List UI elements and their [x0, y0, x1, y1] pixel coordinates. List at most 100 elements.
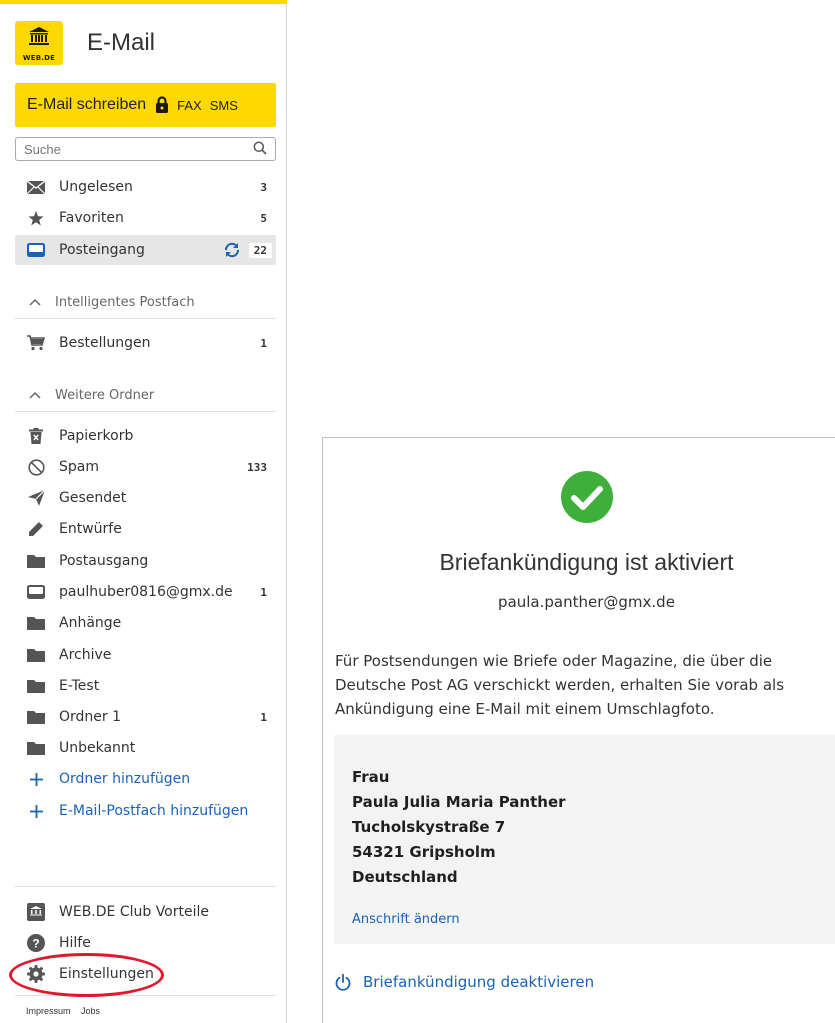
compose-bar: E-Mail schreiben FAX SMS — [15, 83, 276, 127]
send-icon — [25, 490, 47, 506]
sidebar-item-label: Ordner 1 — [59, 709, 122, 725]
trash-icon — [25, 428, 47, 444]
sidebar-item-ungelesen[interactable]: Ungelesen 3 — [15, 172, 276, 202]
sidebar-item-anhaenge[interactable]: Anhänge — [15, 608, 276, 638]
address-salutation: Frau — [352, 768, 390, 786]
divider — [15, 886, 276, 887]
sidebar-item-label: Papierkorb — [59, 428, 134, 444]
section-label: Weitere Ordner — [55, 387, 155, 403]
sidebar-item-label: Gesendet — [59, 490, 127, 506]
folder-icon — [25, 554, 47, 568]
club-icon — [25, 903, 47, 921]
sidebar-item-label: E-Test — [59, 678, 100, 694]
inbox-icon — [25, 243, 47, 257]
add-mailbox-label: E-Mail-Postfach hinzufügen — [59, 803, 249, 819]
sidebar-item-label: Postausgang — [59, 553, 149, 569]
change-address-link[interactable]: Anschrift ändern — [352, 912, 818, 927]
club-link[interactable]: WEB.DE Club Vorteile — [15, 897, 276, 927]
folder-icon — [25, 741, 47, 755]
address-city: 54321 Gripsholm — [352, 843, 496, 861]
divider — [15, 411, 276, 412]
search-icon[interactable] — [253, 140, 267, 159]
app-title: E-Mail — [87, 29, 156, 56]
divider — [15, 995, 276, 996]
svg-text:?: ? — [32, 937, 39, 951]
panel-description: Für Postsendungen wie Briefe oder Magazi… — [335, 652, 785, 718]
sidebar-item-bestellungen[interactable]: Bestellungen 1 — [15, 328, 276, 358]
search-input[interactable] — [24, 141, 253, 157]
cart-icon — [25, 335, 47, 351]
plus-icon — [25, 772, 47, 786]
orders-count: 1 — [255, 335, 272, 351]
sms-button[interactable]: SMS — [210, 98, 238, 113]
address-street: Tucholskystraße 7 — [352, 818, 506, 836]
unread-count: 3 — [255, 179, 272, 195]
club-label: WEB.DE Club Vorteile — [59, 904, 210, 920]
deactivate-link[interactable]: Briefankündigung deaktivieren — [335, 973, 594, 991]
add-mailbox-link[interactable]: E-Mail-Postfach hinzufügen — [15, 796, 276, 826]
sidebar-item-ordner-1[interactable]: Ordner 1 1 — [15, 702, 276, 732]
footer-links: Impressum Jobs — [26, 1006, 108, 1016]
webde-logo[interactable]: WEB.DE — [15, 21, 63, 65]
sidebar-item-label: paulhuber0816@gmx.de — [59, 584, 233, 600]
sidebar: WEB.DE E-Mail E-Mail schreiben FAX SMS S… — [0, 0, 287, 1023]
section-toggle-intelligentes-postfach[interactable]: Intelligentes Postfach — [15, 287, 276, 317]
address-name: Paula Julia Maria Panther — [352, 793, 566, 811]
lock-icon[interactable] — [155, 96, 169, 114]
envelope-icon — [25, 180, 47, 194]
sidebar-item-entwuerfe[interactable]: Entwürfe — [15, 514, 276, 544]
sidebar-item-label: Bestellungen — [59, 335, 151, 351]
sidebar-item-posteingang[interactable]: Posteingang 22 — [15, 235, 276, 265]
add-folder-link[interactable]: Ordner hinzufügen — [15, 764, 276, 794]
sidebar-item-label: Archive — [59, 647, 112, 663]
letter-announcement-panel: Briefankündigung ist aktiviert paula.pan… — [322, 437, 835, 1023]
account-email: paula.panther@gmx.de — [498, 593, 675, 611]
fax-button[interactable]: FAX — [177, 98, 202, 113]
folder1-count: 1 — [255, 709, 272, 725]
sidebar-item-unbekannt[interactable]: Unbekannt — [15, 733, 276, 763]
deactivate-label: Briefankündigung deaktivieren — [363, 973, 595, 991]
spam-count: 133 — [242, 459, 272, 475]
sidebar-item-label: Ungelesen — [59, 179, 133, 195]
sidebar-item-label: Anhänge — [59, 615, 122, 631]
sidebar-item-label: Unbekannt — [59, 740, 136, 756]
jobs-link[interactable]: Jobs — [81, 1006, 100, 1016]
plus-icon — [25, 804, 47, 818]
impressum-link[interactable]: Impressum — [26, 1006, 71, 1016]
sidebar-item-archive[interactable]: Archive — [15, 640, 276, 670]
block-icon — [25, 458, 47, 476]
chevron-up-icon — [29, 298, 41, 306]
inbox-count: 22 — [248, 242, 272, 258]
add-folder-label: Ordner hinzufügen — [59, 771, 191, 787]
logo-text: WEB.DE — [22, 54, 56, 62]
folder-icon — [25, 648, 47, 662]
address-country: Deutschland — [352, 868, 458, 886]
folder-icon — [25, 679, 47, 693]
sidebar-item-label: Favoriten — [59, 210, 124, 226]
sidebar-item-gesendet[interactable]: Gesendet — [15, 483, 276, 513]
pencil-icon — [25, 521, 47, 537]
sidebar-item-spam[interactable]: Spam 133 — [15, 452, 276, 482]
sidebar-item-e-test[interactable]: E-Test — [15, 671, 276, 701]
sidebar-item-gmx-account[interactable]: paulhuber0816@gmx.de 1 — [15, 577, 276, 607]
address-box: Frau Paula Julia Maria Panther Tucholsky… — [334, 735, 835, 944]
sidebar-item-label: Spam — [59, 459, 99, 475]
gmx-count: 1 — [255, 584, 272, 600]
inbox-icon — [25, 585, 47, 599]
sidebar-item-favoriten[interactable]: Favoriten 5 — [15, 203, 276, 233]
section-toggle-weitere-ordner[interactable]: Weitere Ordner — [15, 380, 276, 410]
compose-email-button[interactable]: E-Mail schreiben — [27, 96, 146, 114]
sidebar-item-label: Posteingang — [59, 242, 145, 258]
panel-title: Briefankündigung ist aktiviert — [439, 549, 734, 575]
help-link[interactable]: ? Hilfe — [15, 928, 276, 958]
section-label: Intelligentes Postfach — [55, 294, 195, 310]
sidebar-item-postausgang[interactable]: Postausgang — [15, 546, 276, 576]
chevron-up-icon — [29, 391, 41, 399]
refresh-icon[interactable] — [223, 242, 241, 258]
search-box — [15, 137, 276, 161]
sidebar-item-papierkorb[interactable]: Papierkorb — [15, 421, 276, 451]
help-label: Hilfe — [59, 935, 91, 951]
building-icon — [29, 27, 49, 45]
folder-icon — [25, 616, 47, 630]
success-check-icon — [561, 471, 613, 527]
